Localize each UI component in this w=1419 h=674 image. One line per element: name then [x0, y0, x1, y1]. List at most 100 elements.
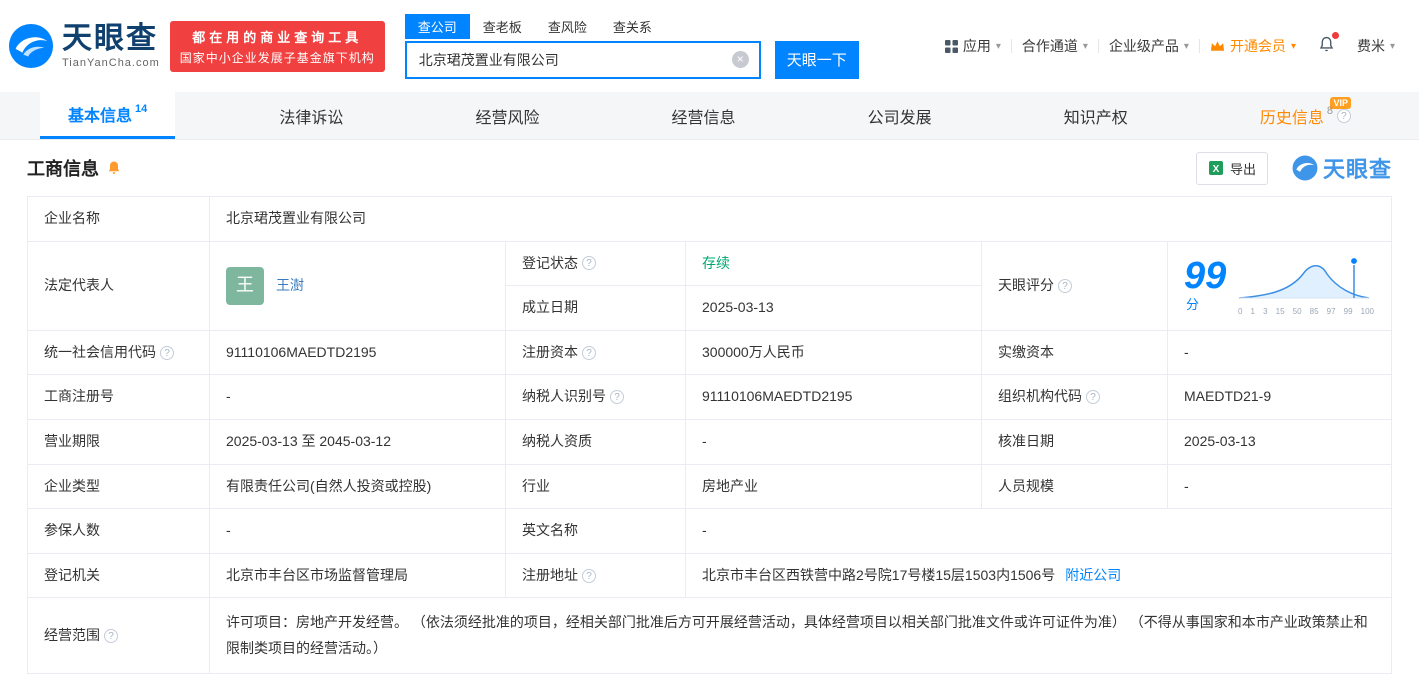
tab-basic-count: 14: [135, 103, 148, 115]
tab-operation[interactable]: 经营信息: [644, 92, 764, 139]
status-badge: 存续: [702, 254, 730, 271]
legal-rep-name-link[interactable]: 王澍: [276, 276, 304, 296]
help-icon[interactable]: ?: [1086, 390, 1100, 405]
tab-risk[interactable]: 经营风险: [447, 92, 567, 139]
table-row: 营业期限 2025-03-13 至 2045-03-12 纳税人资质 - 核准日…: [27, 418, 1392, 465]
staff-size-label: 人员规模: [981, 463, 1168, 510]
slogan-line2: 国家中小企业发展子基金旗下机构: [179, 50, 375, 65]
top-nav: 应用 ▾ 合作通道 ▾ 企业级产品 ▾ 开通会员 ▾ 费米 ▾: [935, 32, 1405, 56]
chevron-down-icon: ▾: [1082, 40, 1088, 52]
slogan-line1: 都在用的商业查询工具: [192, 29, 363, 45]
search-input[interactable]: [406, 51, 732, 68]
paid-capital-value: -: [1167, 329, 1392, 376]
help-icon[interactable]: ?: [610, 390, 624, 405]
clear-search-icon[interactable]: ×: [731, 51, 749, 68]
notifications-bell[interactable]: [1306, 32, 1347, 56]
notification-dot: [1331, 32, 1339, 39]
org-code-label: 组织机构代码 ?: [981, 374, 1168, 420]
section-actions: X 导出 天眼查: [1195, 151, 1392, 185]
nav-partner[interactable]: 合作通道 ▾: [1012, 36, 1098, 56]
score-axis-tick: 97: [1326, 307, 1336, 317]
help-icon[interactable]: ?: [1336, 108, 1351, 123]
help-icon[interactable]: ?: [104, 628, 118, 643]
reg-address-value: 北京市丰台区西铁营中路2号院17号楼15层1503内1506号 附近公司: [685, 552, 1392, 599]
taxpayer-id-value: 91110106MAEDTD2195: [685, 374, 982, 420]
company-name-label: 企业名称: [27, 196, 210, 242]
establish-date-label: 成立日期: [505, 285, 686, 331]
nav-partner-label: 合作通道: [1021, 38, 1078, 54]
brand-slogan: 都在用的商业查询工具 国家中小企业发展子基金旗下机构: [169, 20, 385, 72]
search-tab-relation[interactable]: 查关系: [600, 14, 665, 39]
top-header: 天眼查 TianYanCha.com 都在用的商业查询工具 国家中小企业发展子基…: [0, 0, 1419, 92]
subscribe-bell-icon[interactable]: [106, 160, 122, 176]
nav-apps-label: 应用: [962, 38, 991, 54]
business-info-table: 企业名称 北京珺茂置业有限公司 法定代表人 王 王澍 登记状态 ? 存续 天眼评: [27, 196, 1392, 674]
score-axis-tick: 3: [1263, 307, 1268, 317]
crown-icon: [1210, 41, 1224, 51]
tab-history[interactable]: VIP 历史信息 8 ?: [1232, 92, 1379, 139]
nav-vip[interactable]: 开通会员 ▾: [1200, 36, 1306, 56]
help-icon[interactable]: ?: [582, 568, 596, 583]
english-name-value: -: [685, 508, 1392, 554]
chevron-down-icon: ▾: [995, 40, 1001, 52]
chevron-down-icon: ▾: [1183, 40, 1189, 52]
help-icon[interactable]: ?: [160, 345, 174, 360]
tab-history-count: 8: [1326, 104, 1333, 117]
legal-rep-label: 法定代表人: [27, 240, 210, 331]
paid-capital-label: 实缴资本: [981, 329, 1168, 376]
export-label: 导出: [1229, 161, 1256, 177]
search-tab-boss[interactable]: 查老板: [470, 14, 535, 39]
table-row: 统一社会信用代码 ? 91110106MAEDTD2195 注册资本 ? 300…: [27, 329, 1392, 376]
score-label: 天眼评分 ?: [981, 240, 1168, 331]
credit-code-label: 统一社会信用代码 ?: [27, 329, 210, 376]
score-curve-chart: [1238, 256, 1370, 299]
logo-text: 天眼查 TianYanCha.com: [62, 21, 160, 69]
insured-value: -: [209, 508, 506, 554]
tab-development-label: 公司发展: [867, 109, 932, 127]
export-button[interactable]: X 导出: [1195, 151, 1268, 185]
tab-development[interactable]: 公司发展: [840, 92, 960, 139]
score-axis-tick: 100: [1360, 307, 1374, 317]
business-term-label: 营业期限: [27, 418, 210, 465]
svg-text:X: X: [1213, 164, 1220, 175]
watermark-logo-icon: [1292, 155, 1318, 181]
help-icon[interactable]: ?: [582, 345, 596, 360]
approval-date-label: 核准日期: [981, 418, 1168, 465]
industry-value: 房地产业: [685, 463, 982, 510]
logo-cn: 天眼查: [62, 21, 158, 55]
tab-legal[interactable]: 法律诉讼: [251, 92, 371, 139]
help-icon[interactable]: ?: [582, 256, 596, 271]
watermark-text: 天眼查: [1322, 157, 1392, 182]
search-button[interactable]: 天眼一下: [774, 40, 859, 79]
business-term-value: 2025-03-13 至 2045-03-12: [209, 418, 506, 465]
nav-enterprise[interactable]: 企业级产品 ▾: [1099, 36, 1199, 56]
search-tab-risk[interactable]: 查风险: [535, 14, 600, 39]
tab-ip[interactable]: 知识产权: [1036, 92, 1156, 139]
tianyancha-logo[interactable]: 天眼查 TianYanCha.com: [8, 23, 160, 69]
tab-risk-label: 经营风险: [475, 109, 540, 127]
score-number: 99分: [1184, 254, 1227, 312]
legal-rep-value: 王 王澍: [209, 240, 506, 331]
reg-authority-value: 北京市丰台区市场监督管理局: [209, 552, 506, 599]
score-axis: 0 1 3 15 50 85 97 99 100: [1237, 305, 1375, 317]
chevron-down-icon: ▾: [1290, 40, 1296, 52]
business-scope-label: 经营范围 ?: [27, 597, 210, 674]
legal-rep-avatar[interactable]: 王: [226, 266, 264, 305]
tab-basic-info[interactable]: 基本信息 14: [40, 92, 176, 139]
taxpayer-quality-label: 纳税人资质: [505, 418, 686, 465]
vip-badge: VIP: [1330, 97, 1351, 109]
nav-user[interactable]: 费米 ▾: [1347, 36, 1405, 56]
score-axis-tick: 15: [1275, 307, 1285, 317]
nearby-companies-link[interactable]: 附近公司: [1065, 567, 1121, 583]
tab-history-label: 历史信息: [1259, 109, 1324, 127]
search-tab-company[interactable]: 查公司: [404, 13, 470, 39]
tab-basic-info-label: 基本信息: [68, 108, 133, 125]
score-value: 99分 0 1 3 15 50 85 97 99 100: [1167, 240, 1392, 331]
org-code-value: MAEDTD21-9: [1167, 374, 1392, 420]
nav-apps[interactable]: 应用 ▾: [935, 36, 1011, 56]
help-icon[interactable]: ?: [1058, 278, 1072, 293]
table-row: 企业类型 有限责任公司(自然人投资或控股) 行业 房地产业 人员规模 -: [27, 463, 1392, 510]
reg-authority-label: 登记机关: [27, 552, 210, 599]
logo-en: TianYanCha.com: [62, 56, 160, 69]
bell-icon: [1319, 36, 1334, 52]
